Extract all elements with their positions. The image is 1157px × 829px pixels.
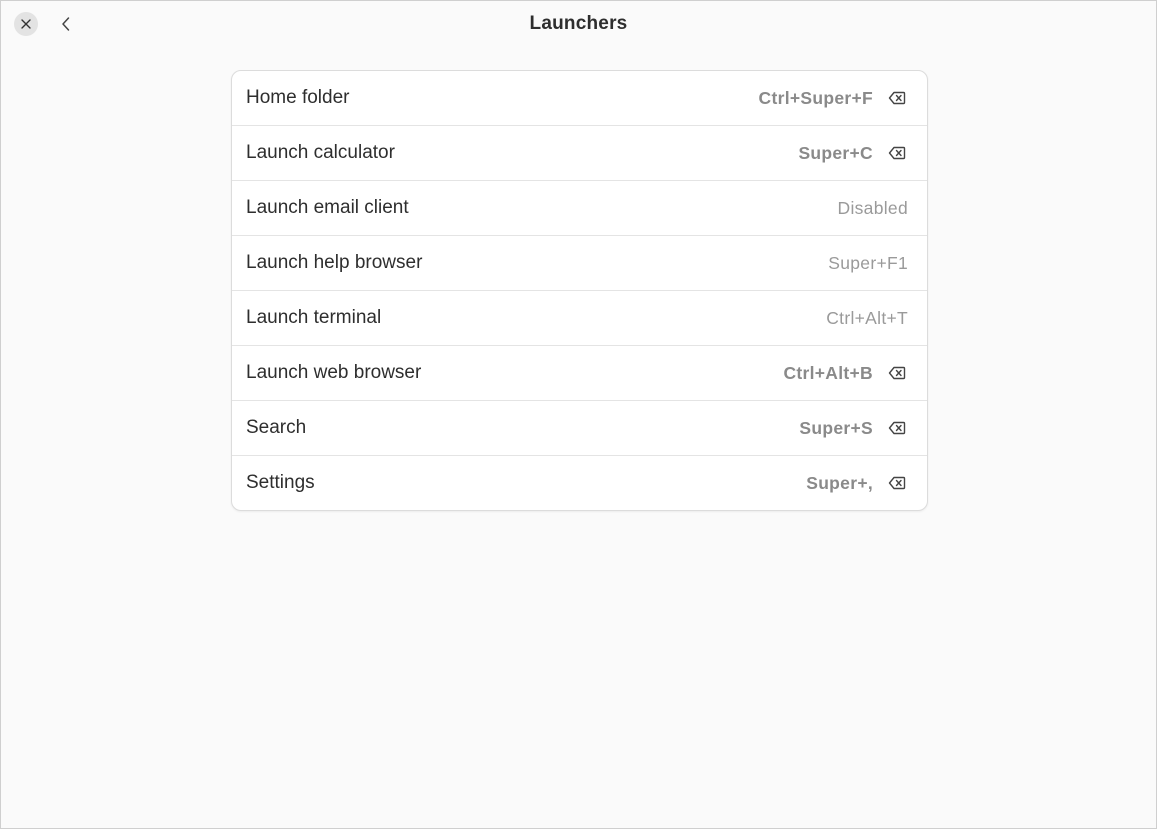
shortcut-accelerator: Super+, xyxy=(806,472,873,493)
backspace-icon xyxy=(888,146,906,160)
shortcut-label: Settings xyxy=(246,472,315,493)
shortcut-row-launch-web-browser[interactable]: Launch web browser Ctrl+Alt+B xyxy=(232,346,927,401)
shortcut-row-settings[interactable]: Settings Super+, xyxy=(232,456,927,510)
shortcut-row-home-folder[interactable]: Home folder Ctrl+Super+F xyxy=(232,71,927,126)
shortcut-list: Home folder Ctrl+Super+F Launch calculat… xyxy=(231,70,928,511)
reset-shortcut-button[interactable] xyxy=(886,417,908,439)
backspace-icon xyxy=(888,476,906,490)
shortcut-accelerator: Ctrl+Super+F xyxy=(758,87,873,108)
backspace-icon xyxy=(888,366,906,380)
shortcut-row-launch-calculator[interactable]: Launch calculator Super+C xyxy=(232,126,927,181)
page-title: Launchers xyxy=(529,13,628,34)
shortcut-label: Search xyxy=(246,417,307,438)
shortcut-row-launch-email-client[interactable]: Launch email client Disabled xyxy=(232,181,927,236)
reset-shortcut-button[interactable] xyxy=(886,472,908,494)
shortcut-label: Launch web browser xyxy=(246,362,422,383)
shortcut-row-search[interactable]: Search Super+S xyxy=(232,401,927,456)
shortcut-label: Launch email client xyxy=(246,197,409,218)
shortcut-accelerator: Ctrl+Alt+B xyxy=(783,362,873,383)
shortcut-label: Launch terminal xyxy=(246,307,382,328)
reset-shortcut-button[interactable] xyxy=(886,142,908,164)
shortcut-accelerator: Disabled xyxy=(837,197,908,218)
reset-shortcut-button[interactable] xyxy=(886,362,908,384)
shortcut-accelerator: Super+F1 xyxy=(828,252,908,273)
shortcut-label: Launch help browser xyxy=(246,252,423,273)
shortcut-accelerator: Super+C xyxy=(798,142,873,163)
shortcut-label: Launch calculator xyxy=(246,142,395,163)
shortcut-row-launch-help-browser[interactable]: Launch help browser Super+F1 xyxy=(232,236,927,291)
backspace-icon xyxy=(888,421,906,435)
shortcut-label: Home folder xyxy=(246,87,350,108)
reset-shortcut-button[interactable] xyxy=(886,87,908,109)
shortcut-row-launch-terminal[interactable]: Launch terminal Ctrl+Alt+T xyxy=(232,291,927,346)
shortcut-accelerator: Super+S xyxy=(799,417,873,438)
settings-window: Launchers Home folder Ctrl+Super+F Launc… xyxy=(0,0,1157,829)
backspace-icon xyxy=(888,91,906,105)
shortcut-accelerator: Ctrl+Alt+T xyxy=(826,307,908,328)
